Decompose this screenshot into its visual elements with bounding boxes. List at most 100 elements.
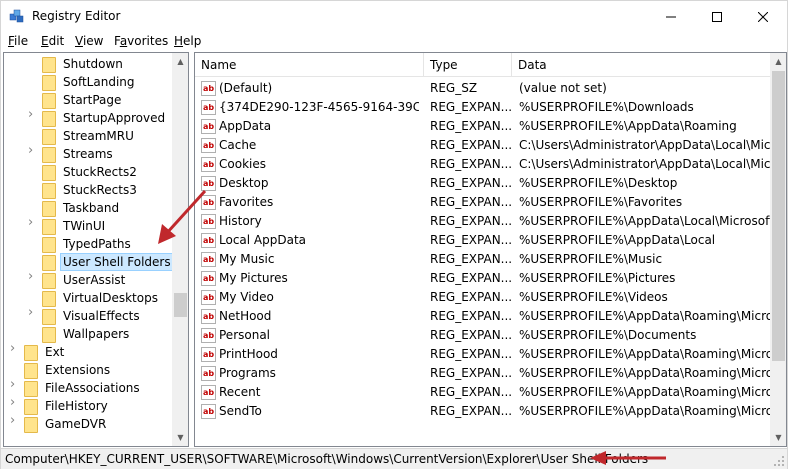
list-item[interactable]: ab AppData REG_EXPAN... %USERPROFILE%\AppDa… — [195, 117, 770, 136]
values-list-pane[interactable]: Name Type Data ab (Default) REG_SZ (value n… — [194, 52, 787, 447]
chevron-right-icon[interactable]: › — [28, 270, 38, 283]
chevron-right-icon[interactable]: › — [28, 108, 38, 121]
list-item[interactable]: ab My Pictures REG_EXPAN... %USERPROFILE%\P… — [195, 269, 770, 288]
tree-item[interactable]: › GameDVR — [4, 414, 172, 433]
resize-grip-icon[interactable] — [773, 455, 785, 467]
menu-help[interactable]: Help — [174, 34, 201, 48]
tree-item[interactable]: › VisualEffects — [4, 306, 172, 325]
string-value-icon: ab — [201, 233, 216, 248]
string-value-icon: ab — [201, 252, 216, 267]
value-type: REG_EXPAN... — [430, 138, 513, 152]
folder-icon — [42, 201, 56, 217]
tree-item[interactable]: StuckRects3 — [4, 181, 172, 199]
column-header-data[interactable]: Data — [512, 53, 770, 77]
close-button[interactable] — [740, 1, 786, 32]
chevron-right-icon[interactable]: › — [10, 342, 20, 355]
folder-icon — [24, 399, 38, 415]
chevron-right-icon[interactable]: › — [28, 216, 38, 229]
minimize-icon — [666, 16, 676, 17]
list-vertical-scrollbar[interactable]: ▲ ▼ — [770, 53, 786, 446]
folder-icon — [42, 219, 56, 235]
title-bar[interactable]: Registry Editor — [1, 1, 787, 32]
value-name: Favorites — [219, 195, 274, 209]
list-item[interactable]: ab PrintHood REG_EXPAN... %USERPROFILE%\App… — [195, 345, 771, 364]
list-item[interactable]: ab SendTo REG_EXPAN... %USERPROFILE%\AppDat… — [195, 402, 771, 421]
value-type: REG_EXPAN... — [430, 347, 513, 361]
tree-item[interactable]: › FileHistory — [4, 396, 172, 415]
folder-icon — [42, 183, 56, 199]
menu-bar: File Edit View Favorites Help — [1, 32, 787, 52]
key-tree-pane[interactable]: Shutdown SoftLanding StartPage › StartupAppr… — [3, 52, 189, 447]
tree-item-label: Extensions — [45, 363, 111, 377]
value-name: My Pictures — [219, 271, 288, 285]
minimize-button[interactable] — [648, 1, 694, 32]
list-header: Name Type Data — [195, 53, 770, 77]
list-item[interactable]: ab (Default) REG_SZ (value not set) — [195, 79, 770, 98]
menu-edit-label: dit — [48, 34, 65, 48]
tree-item[interactable]: › StartupApproved — [4, 108, 172, 127]
menu-file[interactable]: File — [8, 34, 28, 48]
list-item[interactable]: ab History REG_EXPAN... %USERPROFILE%\AppDa… — [195, 212, 771, 231]
folder-icon — [24, 363, 38, 379]
chevron-right-icon[interactable]: › — [10, 396, 20, 409]
tree-item[interactable]: › FileAssociations — [4, 378, 172, 397]
tree-item[interactable]: › Streams — [4, 144, 172, 163]
tree-item-label: VisualEffects — [63, 309, 140, 323]
tree-item[interactable]: SoftLanding — [4, 73, 172, 91]
tree-item[interactable]: › Ext — [4, 342, 172, 361]
tree-item[interactable]: › TWinUI — [4, 216, 172, 235]
list-item[interactable]: ab Personal REG_EXPAN... %USERPROFILE%\Docu… — [195, 326, 770, 345]
tree-vertical-scrollbar[interactable]: ▲ ▼ — [172, 53, 188, 446]
tree-item-label: Wallpapers — [63, 327, 130, 341]
value-name: Desktop — [219, 176, 269, 190]
close-icon — [758, 11, 768, 22]
chevron-right-icon[interactable]: › — [28, 306, 38, 319]
list-item[interactable]: ab Programs REG_EXPAN... %USERPROFILE%\AppD… — [195, 364, 771, 383]
list-item[interactable]: ab{374DE290-123F-4565-9164-39C4925... REG… — [195, 98, 770, 117]
list-item[interactable]: ab My Music REG_EXPAN... %USERPROFILE%\Musi… — [195, 250, 770, 269]
column-header-type[interactable]: Type — [424, 53, 512, 77]
list-item[interactable]: ab NetHood REG_EXPAN... %USERPROFILE%\AppDa… — [195, 307, 771, 326]
menu-edit[interactable]: Edit — [41, 34, 64, 48]
menu-favorites[interactable]: Favorites — [114, 34, 168, 48]
tree-item[interactable]: › UserAssist — [4, 270, 172, 289]
status-bar: Computer\HKEY_CURRENT_USER\SOFTWARE\Micr… — [1, 448, 787, 469]
tree-item-label: GameDVR — [45, 417, 107, 431]
tree-item[interactable]: Extensions — [4, 361, 172, 379]
scroll-down-icon[interactable]: ▼ — [172, 429, 188, 446]
list-item[interactable]: ab Favorites REG_EXPAN... %USERPROFILE%\Fav… — [195, 193, 770, 212]
value-name: AppData — [219, 119, 272, 133]
menu-favorites-label: vorites — [127, 34, 169, 48]
scroll-up-icon[interactable]: ▲ — [770, 53, 786, 70]
tree-item-label: Ext — [45, 345, 65, 359]
registry-path[interactable]: Computer\HKEY_CURRENT_USER\SOFTWARE\Micr… — [5, 452, 648, 466]
menu-view[interactable]: View — [75, 34, 103, 48]
folder-icon — [42, 291, 56, 307]
maximize-button[interactable] — [694, 1, 740, 32]
tree-item-label: StuckRects2 — [63, 165, 137, 179]
tree-item-label: StartPage — [63, 93, 122, 107]
chevron-right-icon[interactable]: › — [10, 414, 20, 427]
tree-item[interactable]: Shutdown — [4, 55, 172, 73]
string-value-icon: ab — [201, 385, 216, 400]
tree-item[interactable]: TypedPaths — [4, 235, 172, 253]
list-scroll-thumb[interactable] — [772, 71, 785, 361]
list-item[interactable]: ab Desktop REG_EXPAN... %USERPROFILE%\Deskt… — [195, 174, 770, 193]
tree-scroll-thumb[interactable] — [174, 293, 187, 317]
scroll-up-icon[interactable]: ▲ — [172, 53, 188, 70]
tree-item[interactable]: Wallpapers — [4, 325, 172, 343]
registry-editor-window: Registry Editor File Edit View Favorites… — [0, 0, 788, 469]
scroll-down-icon[interactable]: ▼ — [770, 429, 786, 446]
chevron-right-icon[interactable]: › — [28, 144, 38, 157]
list-item[interactable]: ab Local AppData REG_EXPAN... %USERPROFILE%… — [195, 231, 770, 250]
list-item[interactable]: ab Cache REG_EXPAN... C:\Users\Administrato… — [195, 136, 771, 155]
chevron-right-icon[interactable]: › — [10, 378, 20, 391]
folder-icon — [42, 255, 56, 271]
list-item[interactable]: ab Cookies REG_EXPAN... C:\Users\Administra… — [195, 155, 771, 174]
tree-item[interactable]: StuckRects2 — [4, 163, 172, 181]
column-header-name[interactable]: Name — [195, 53, 424, 77]
list-item[interactable]: ab Recent REG_EXPAN... %USERPROFILE%\AppDat… — [195, 383, 771, 402]
list-item[interactable]: ab My Video REG_EXPAN... %USERPROFILE%\Vide… — [195, 288, 770, 307]
value-name: Recent — [219, 385, 261, 399]
tree-item-label: StartupApproved — [63, 111, 166, 125]
